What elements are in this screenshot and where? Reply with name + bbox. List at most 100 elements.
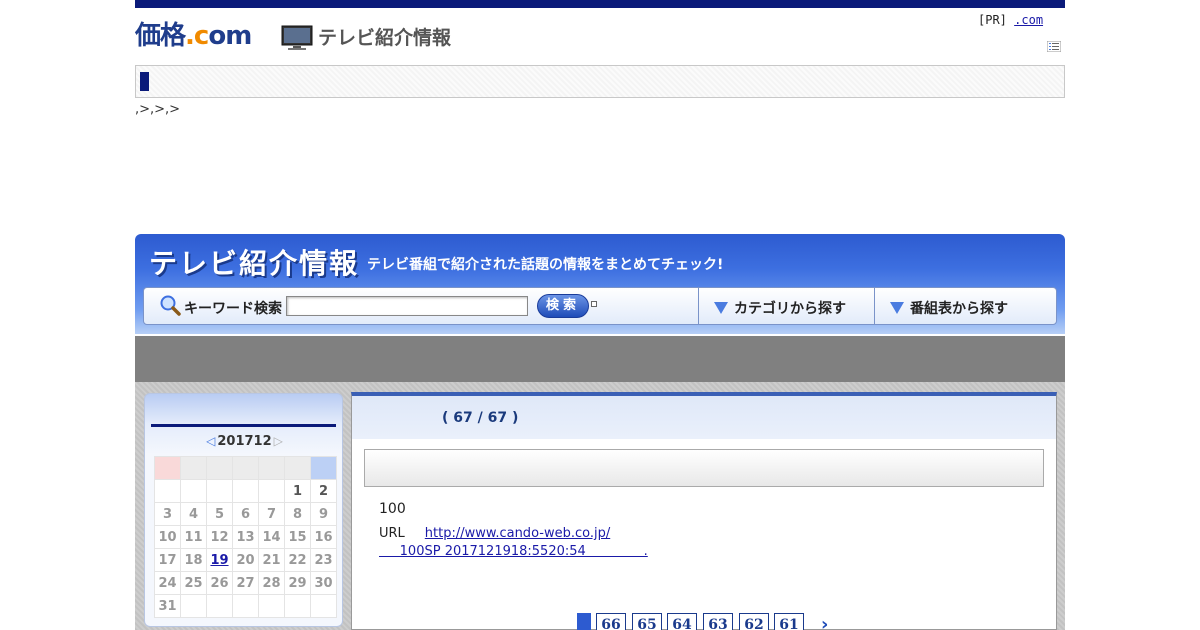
prev-month-icon[interactable]: ◁: [206, 434, 215, 448]
day-cell: [310, 594, 337, 618]
tv-section-logo[interactable]: テレビ紹介情報: [318, 25, 451, 51]
main-header: ( 67 / 67 ): [352, 396, 1056, 439]
keyword-search-label: キーワード検索: [184, 301, 282, 317]
calendar-month: 201712: [217, 434, 272, 449]
main-content-panel: ( 67 / 67 ) 100 URL http://www.cando-web.…: [351, 392, 1057, 630]
next-month-icon: ▷: [273, 434, 283, 448]
day-cell: 17: [154, 548, 181, 572]
day-cell: [232, 594, 259, 618]
day-cell: 12: [206, 525, 233, 549]
day-cell: 2: [310, 479, 337, 503]
day-cell: 13: [232, 525, 259, 549]
weekday-cell: [284, 456, 311, 480]
calendar-week: 31: [154, 594, 337, 618]
day-cell: [154, 479, 181, 503]
day-cell: 28: [258, 571, 285, 595]
day-cell: 8: [284, 502, 311, 526]
day-cell: 29: [284, 571, 311, 595]
day-cell: 26: [206, 571, 233, 595]
url-row: URL http://www.cando-web.co.jp/: [379, 526, 610, 541]
day-cell: 4: [180, 502, 207, 526]
weekday-cell: [258, 456, 285, 480]
calendar-week: 17 18 19 20 21 22 23: [154, 548, 337, 572]
page-link[interactable]: 62: [739, 613, 769, 630]
search-option-checkbox[interactable]: [591, 301, 597, 307]
next-page-icon[interactable]: ›: [821, 614, 828, 630]
day-cell-linked[interactable]: 19: [206, 548, 233, 572]
category-search-link[interactable]: カテゴリから探す: [714, 298, 846, 318]
day-cell: [284, 594, 311, 618]
calendar-week: 3 4 5 6 7 8 9: [154, 502, 337, 526]
search-icon: [160, 295, 181, 316]
page-link[interactable]: 65: [632, 613, 662, 630]
day-cell: [232, 479, 259, 503]
day-cell: 31: [154, 594, 181, 618]
day-cell: 25: [180, 571, 207, 595]
gray-strip: [135, 336, 1065, 382]
day-cell: 16: [310, 525, 337, 549]
keyword-search-input[interactable]: [286, 296, 528, 316]
banner-subtitle: テレビ番組で紹介された話題の情報をまとめてチェック!: [367, 257, 724, 273]
pr-link[interactable]: [PR] .com: [978, 13, 1043, 27]
shop-url-link[interactable]: http://www.cando-web.co.jp/: [425, 526, 610, 541]
calendar-week: 1 2: [154, 479, 337, 503]
weekday-cell: [310, 456, 337, 480]
calendar-weekday-row: [154, 456, 337, 480]
page-link[interactable]: 66: [596, 613, 626, 630]
day-cell: 23: [310, 548, 337, 572]
tv-info-banner: テレビ紹介情報 テレビ番組で紹介された話題の情報をまとめてチェック! キーワード…: [135, 234, 1065, 334]
url-label: URL: [379, 526, 405, 541]
day-cell: [206, 479, 233, 503]
day-link[interactable]: 19: [210, 553, 228, 568]
page-link[interactable]: 64: [667, 613, 697, 630]
tv-icon: [281, 25, 313, 50]
calendar-rule: [151, 424, 336, 427]
search-bar: キーワード検索 検索 カテゴリから探す 番組表から探す: [143, 287, 1057, 325]
day-cell: [258, 479, 285, 503]
item-value: 100: [379, 501, 406, 517]
breadcrumb[interactable]: ,>,>,>: [135, 102, 180, 117]
day-cell: 3: [154, 502, 181, 526]
day-cell: 24: [154, 571, 181, 595]
page-link[interactable]: 61: [774, 613, 804, 630]
day-cell: [258, 594, 285, 618]
day-cell: 30: [310, 571, 337, 595]
day-cell: 11: [180, 525, 207, 549]
item-title-box: [364, 449, 1044, 487]
triangle-down-icon: [714, 302, 728, 314]
list-icon[interactable]: [1047, 41, 1061, 52]
divider: [874, 288, 875, 324]
program-info-link[interactable]: 100SP 2017121918:5520:54 .: [379, 544, 648, 559]
search-button[interactable]: 検索: [537, 294, 589, 318]
kakaku-logo[interactable]: 価格.com: [135, 20, 252, 52]
page-link[interactable]: 63: [703, 613, 733, 630]
day-cell: [206, 594, 233, 618]
day-cell: 15: [284, 525, 311, 549]
banner-title: テレビ紹介情報: [149, 247, 360, 280]
day-cell: 14: [258, 525, 285, 549]
day-cell: 21: [258, 548, 285, 572]
day-cell: 9: [310, 502, 337, 526]
global-nav-box: [135, 65, 1065, 98]
nav-marker: [140, 72, 149, 91]
day-cell: 27: [232, 571, 259, 595]
calendar-grid: 1 2 3 4 5 6 7 8 9 10 11 12 13 14 15 16 1…: [154, 456, 337, 618]
current-page-marker: [577, 613, 591, 630]
calendar-week: 24 25 26 27 28 29 30: [154, 571, 337, 595]
weekday-cell: [154, 456, 181, 480]
day-cell: 22: [284, 548, 311, 572]
weekday-cell: [180, 456, 207, 480]
day-cell: 6: [232, 502, 259, 526]
calendar-header: ◁ 201712 ▷: [145, 434, 344, 449]
divider: [698, 288, 699, 324]
weekday-cell: [232, 456, 259, 480]
day-cell: 10: [154, 525, 181, 549]
program-guide-search-link[interactable]: 番組表から探す: [890, 298, 1008, 318]
triangle-down-icon: [890, 302, 904, 314]
item-counter: ( 67 / 67 ): [442, 410, 519, 426]
kakaku-com-link[interactable]: .com: [1014, 13, 1043, 27]
calendar-week: 10 11 12 13 14 15 16: [154, 525, 337, 549]
day-cell: 20: [232, 548, 259, 572]
calendar-panel: ◁ 201712 ▷ 1 2 3 4 5 6 7 8 9 10 11 12 13…: [144, 393, 343, 627]
top-accent-bar: [135, 0, 1065, 8]
